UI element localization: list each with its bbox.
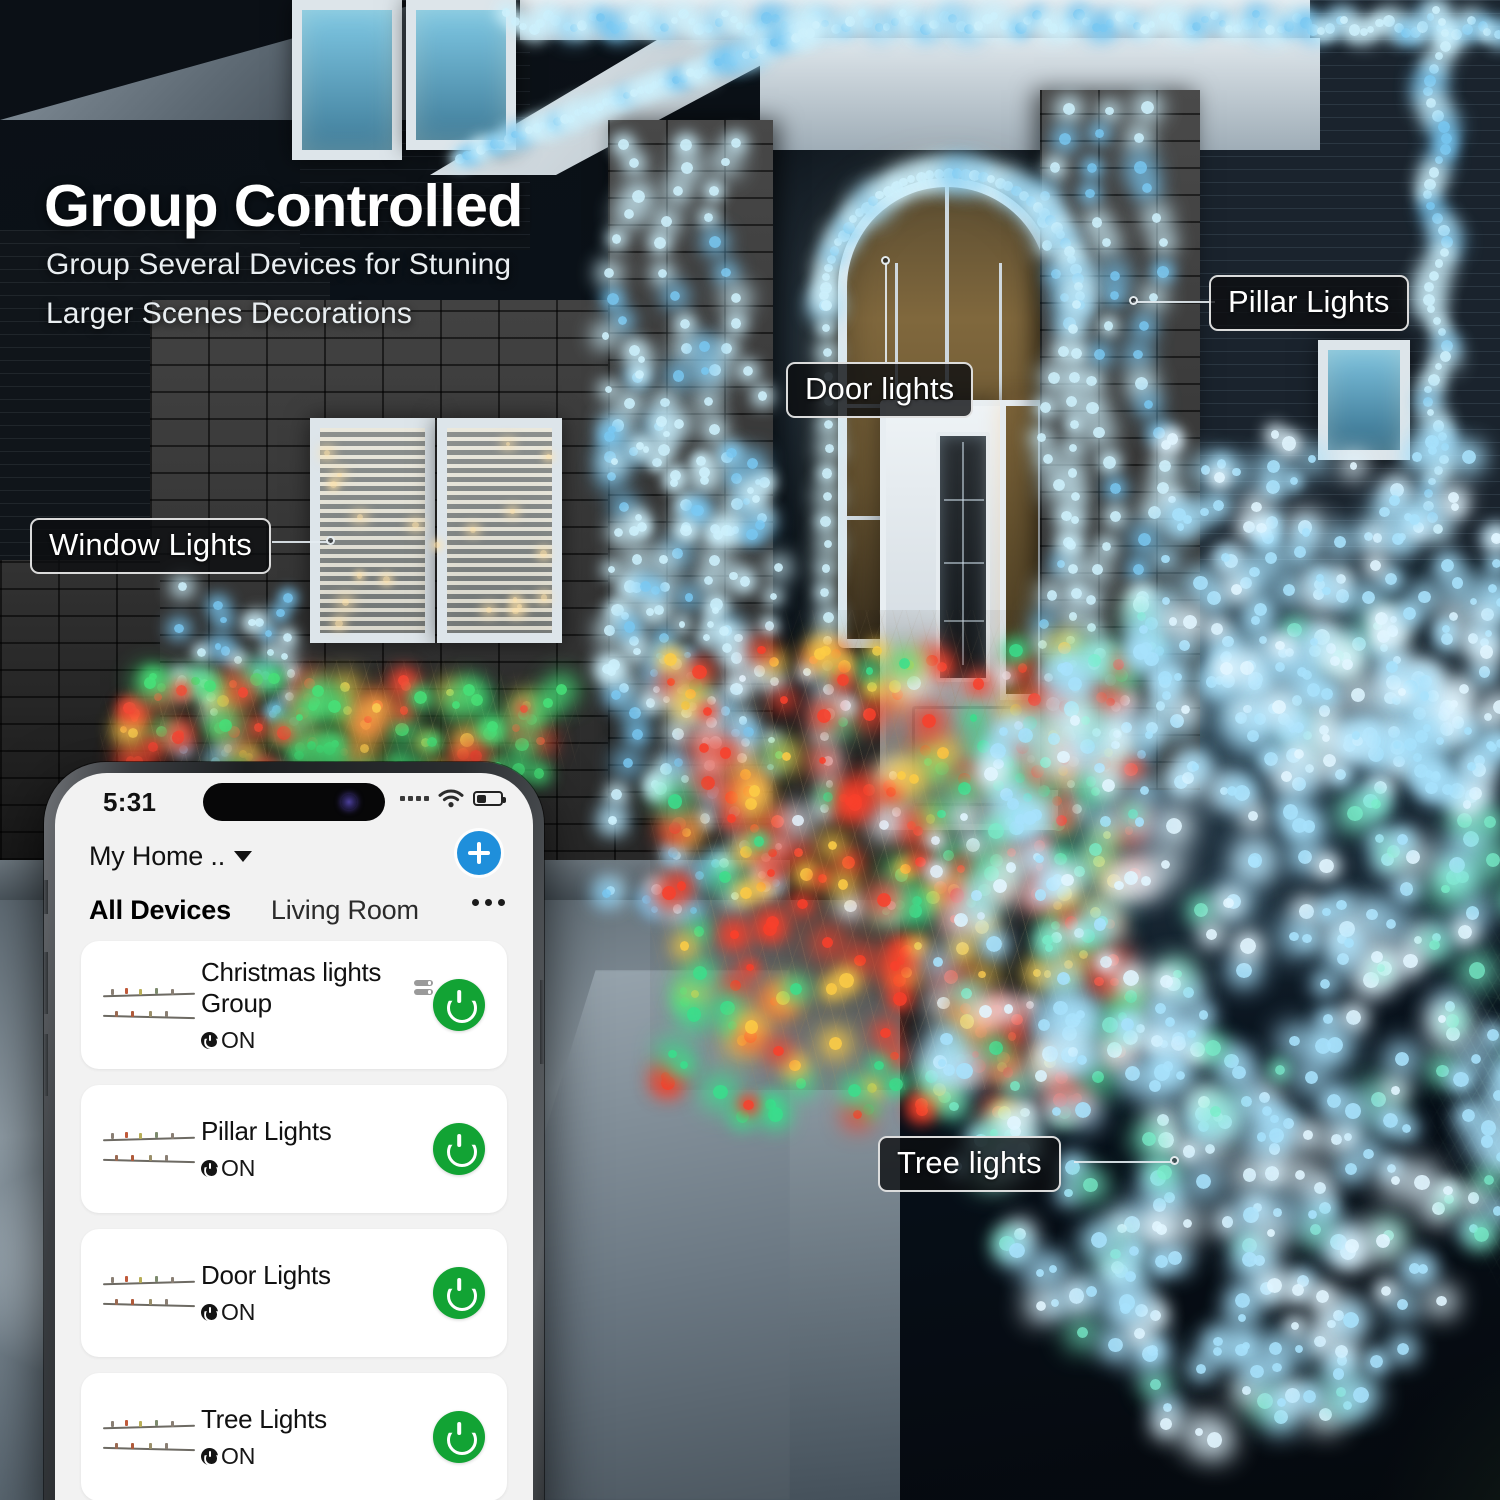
callout-door-lights: Door lights: [786, 362, 974, 418]
device-status-label: ON: [221, 1443, 256, 1469]
battery-icon: [473, 791, 506, 806]
timer-icon: [201, 1160, 218, 1177]
signal-dots-icon: [400, 796, 429, 801]
string-lights-thumbnail: [102, 978, 196, 1032]
device-info: Pillar Lights ON: [201, 1116, 433, 1182]
phone-screen: 5:31 My Home .. All Devices Living Room …: [55, 773, 533, 1500]
group-stack-icon: [414, 980, 433, 995]
string-lights-thumbnail: [102, 1410, 196, 1464]
device-name: Pillar Lights: [201, 1116, 332, 1146]
device-info: Door Lights ON: [201, 1260, 433, 1326]
string-lights-thumbnail: [102, 1266, 196, 1320]
upper-window-right: [406, 0, 516, 150]
device-info: Christmas lights Group ON: [201, 957, 433, 1054]
tab-bar: All Devices Living Room: [89, 895, 505, 926]
leader-line-window: [272, 541, 330, 543]
phone-mockup: 5:31 My Home .. All Devices Living Room …: [44, 762, 544, 1500]
leader-dot-tree: [1170, 1156, 1179, 1165]
tab-living-room[interactable]: Living Room: [271, 895, 419, 926]
lower-window-right: [437, 418, 562, 643]
subtitle-line-1: Group Several Devices for Stuning: [46, 248, 512, 281]
leader-line-door: [885, 262, 887, 362]
mute-switch[interactable]: [44, 880, 48, 914]
add-device-button[interactable]: [457, 831, 501, 875]
device-status-label: ON: [221, 1026, 256, 1053]
power-toggle-button[interactable]: [433, 1267, 485, 1319]
device-name-row: Tree Lights: [201, 1404, 433, 1435]
shrub-front: [650, 610, 1120, 1090]
timer-icon: [201, 1448, 218, 1465]
upper-window-left: [292, 0, 402, 160]
device-card-door-lights[interactable]: Door Lights ON: [81, 1229, 507, 1357]
wifi-icon: [438, 789, 464, 808]
leader-line-pillar: [1133, 301, 1215, 303]
dynamic-island: [203, 783, 385, 821]
volume-down-button[interactable]: [44, 1034, 48, 1096]
status-bar-indicators: [400, 789, 506, 808]
status-bar-clock: 5:31: [103, 787, 157, 817]
timer-icon: [201, 1304, 218, 1321]
device-name: Door Lights: [201, 1260, 331, 1290]
home-name-label: My Home ..: [89, 841, 226, 871]
tab-all-devices[interactable]: All Devices: [89, 895, 231, 926]
timer-icon: [201, 1031, 218, 1049]
device-name-row: Pillar Lights: [201, 1116, 433, 1147]
power-toggle-button[interactable]: [433, 1411, 485, 1463]
callout-pillar-lights: Pillar Lights: [1209, 275, 1409, 331]
more-options-button[interactable]: [472, 899, 505, 906]
leader-dot-window: [326, 536, 335, 545]
page-title: Group Controlled: [44, 173, 523, 239]
device-status: ON: [201, 1443, 433, 1470]
device-card-pillar-lights[interactable]: Pillar Lights ON: [81, 1085, 507, 1213]
leader-dot-pillar: [1129, 296, 1138, 305]
power-toggle-button[interactable]: [433, 979, 485, 1031]
leader-line-tree: [1074, 1161, 1174, 1163]
device-card-christmas-lights-group[interactable]: Christmas lights Group ON: [81, 941, 507, 1069]
device-card-tree-lights[interactable]: Tree Lights ON: [81, 1373, 507, 1500]
device-name: Christmas lights Group: [201, 956, 382, 1018]
device-status-label: ON: [221, 1155, 256, 1181]
device-name-row: Door Lights: [201, 1260, 433, 1291]
device-status: ON: [201, 1299, 433, 1326]
device-list: Christmas lights Group ON Pillar Lights …: [55, 941, 533, 1500]
callout-window-lights: Window Lights: [30, 518, 271, 574]
status-bar: 5:31: [55, 773, 533, 829]
device-info: Tree Lights ON: [201, 1404, 433, 1470]
device-name: Tree Lights: [201, 1404, 327, 1434]
volume-up-button[interactable]: [44, 952, 48, 1014]
power-side-button[interactable]: [540, 980, 544, 1064]
string-lights-thumbnail: [102, 1122, 196, 1176]
leader-dot-door: [881, 256, 890, 265]
subtitle-line-2: Larger Scenes Decorations: [46, 297, 413, 330]
callout-tree-lights: Tree lights: [878, 1136, 1061, 1192]
device-name-row: Christmas lights Group: [201, 957, 433, 1019]
device-status: ON: [201, 1027, 433, 1054]
device-status: ON: [201, 1155, 433, 1182]
home-selector[interactable]: My Home ..: [89, 841, 253, 872]
device-status-label: ON: [221, 1299, 256, 1325]
chevron-down-icon: [234, 851, 253, 862]
power-toggle-button[interactable]: [433, 1123, 485, 1175]
front-camera-icon: [341, 794, 357, 810]
